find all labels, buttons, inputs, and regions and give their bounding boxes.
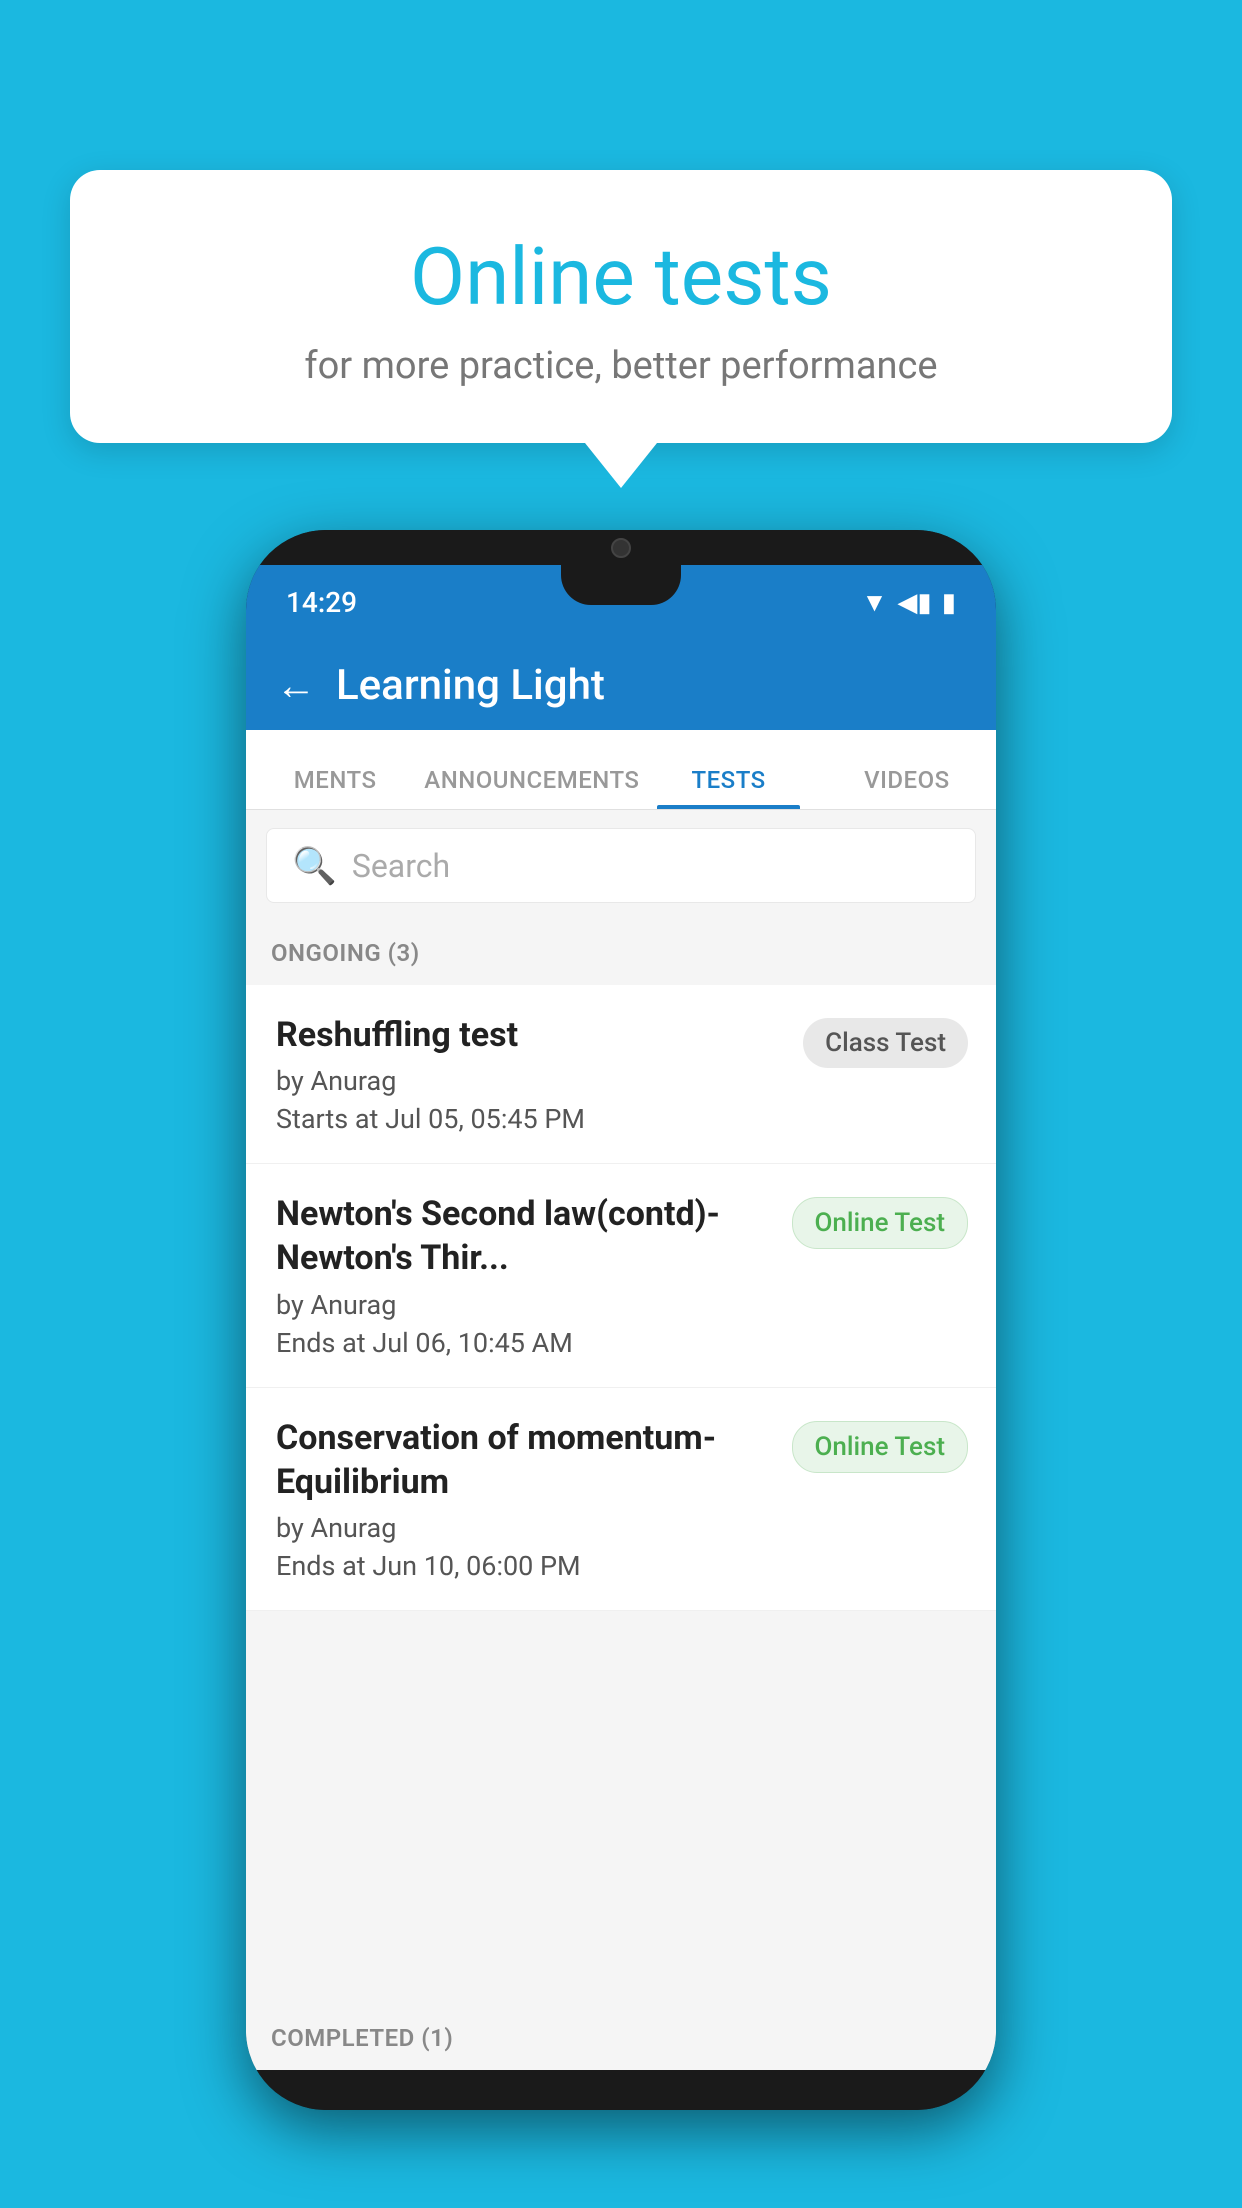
phone-frame: 14:29 ▼ ◀▮ ▮ ← Learning Light MENTS ANNO…	[246, 530, 996, 2110]
status-time: 14:29	[286, 586, 357, 619]
promo-title: Online tests	[120, 230, 1122, 324]
wifi-icon: ▼	[862, 587, 888, 618]
search-icon: 🔍	[292, 845, 337, 887]
phone-top-border	[246, 530, 996, 565]
test-date-3: Ends at Jun 10, 06:00 PM	[276, 1550, 772, 1582]
ongoing-section-header: ONGOING (3)	[246, 921, 996, 985]
phone-bottom-border	[246, 2070, 996, 2110]
battery-icon: ▮	[942, 588, 956, 618]
test-name-1: Reshuffling test	[276, 1013, 783, 1057]
completed-section-header: COMPLETED (1)	[246, 2006, 996, 2070]
notch	[561, 565, 681, 605]
test-badge-2: Online Test	[792, 1197, 969, 1249]
status-icons: ▼ ◀▮ ▮	[862, 587, 956, 618]
search-bar[interactable]: 🔍 Search	[266, 828, 976, 903]
test-info-3: Conservation of momentum-Equilibrium by …	[276, 1416, 772, 1582]
test-author-1: by Anurag	[276, 1065, 783, 1097]
test-author-3: by Anurag	[276, 1512, 772, 1544]
test-item-2[interactable]: Newton's Second law(contd)-Newton's Thir…	[246, 1164, 996, 1387]
search-placeholder: Search	[352, 847, 450, 885]
test-name-3: Conservation of momentum-Equilibrium	[276, 1416, 772, 1504]
tab-navigation: MENTS ANNOUNCEMENTS TESTS VIDEOS	[246, 730, 996, 810]
test-date-2: Ends at Jul 06, 10:45 AM	[276, 1327, 772, 1359]
tab-tests[interactable]: TESTS	[639, 766, 817, 809]
tab-videos[interactable]: VIDEOS	[818, 766, 996, 809]
status-bar: 14:29 ▼ ◀▮ ▮	[246, 565, 996, 640]
test-item-1[interactable]: Reshuffling test by Anurag Starts at Jul…	[246, 985, 996, 1164]
test-author-2: by Anurag	[276, 1289, 772, 1321]
test-badge-3: Online Test	[792, 1421, 969, 1473]
test-badge-1: Class Test	[803, 1018, 968, 1068]
test-name-2: Newton's Second law(contd)-Newton's Thir…	[276, 1192, 772, 1280]
app-header: ← Learning Light	[246, 640, 996, 730]
app-header-title: Learning Light	[336, 661, 605, 710]
back-button[interactable]: ←	[276, 662, 316, 709]
tab-ments[interactable]: MENTS	[246, 766, 424, 809]
test-list: Reshuffling test by Anurag Starts at Jul…	[246, 985, 996, 1611]
promo-subtitle: for more practice, better performance	[120, 344, 1122, 388]
test-item-3[interactable]: Conservation of momentum-Equilibrium by …	[246, 1388, 996, 1611]
tab-announcements[interactable]: ANNOUNCEMENTS	[424, 766, 639, 809]
phone-mockup: 14:29 ▼ ◀▮ ▮ ← Learning Light MENTS ANNO…	[246, 530, 996, 2110]
camera-dot	[611, 538, 631, 558]
test-date-1: Starts at Jul 05, 05:45 PM	[276, 1103, 783, 1135]
test-info-1: Reshuffling test by Anurag Starts at Jul…	[276, 1013, 783, 1135]
test-info-2: Newton's Second law(contd)-Newton's Thir…	[276, 1192, 772, 1358]
signal-icon: ◀▮	[897, 588, 931, 618]
promo-card: Online tests for more practice, better p…	[70, 170, 1172, 443]
search-container: 🔍 Search	[246, 810, 996, 921]
phone-screen: MENTS ANNOUNCEMENTS TESTS VIDEOS 🔍 Searc…	[246, 730, 996, 2070]
